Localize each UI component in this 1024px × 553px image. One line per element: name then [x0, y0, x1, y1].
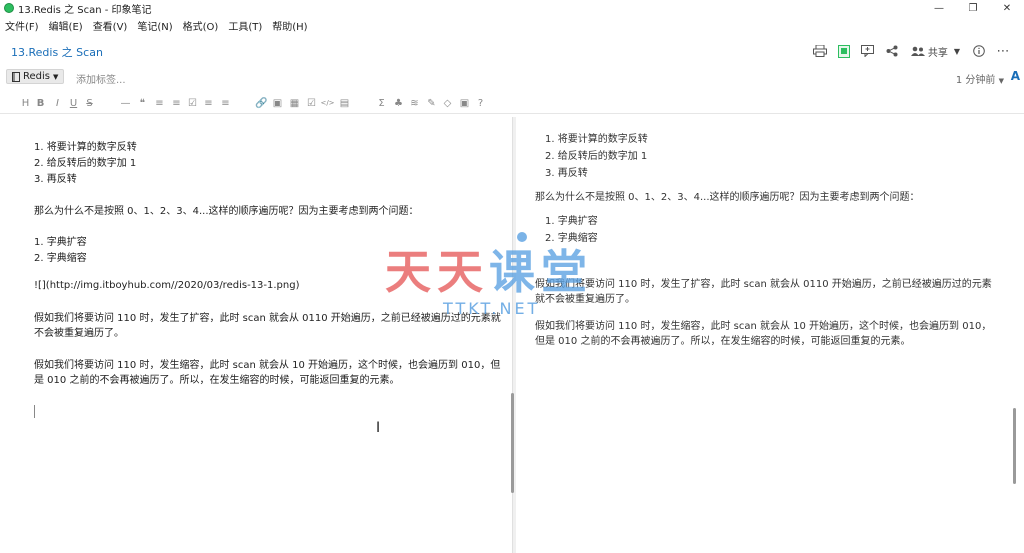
watermark-char: 堂 — [541, 245, 593, 299]
chevron-down-icon: ▼ — [998, 77, 1004, 85]
menu-note[interactable]: 笔记(N) — [132, 16, 177, 33]
template-icon[interactable]: ▣ — [459, 97, 470, 109]
editor-line[interactable]: 那么为什么不是按照 0、1、2、3、4...这样的顺序遍历呢？因为主要考虑到两个… — [34, 202, 419, 217]
bold-icon[interactable]: B — [35, 97, 46, 109]
info-icon[interactable] — [968, 42, 990, 60]
window-controls: — ❐ ✕ — [922, 0, 1024, 16]
window-title: 13.Redis 之 Scan - 印象笔记 — [18, 5, 152, 16]
indent-icon[interactable]: ≡ — [203, 97, 214, 109]
share-icon[interactable] — [881, 42, 903, 60]
draw-icon[interactable]: ✎ — [426, 97, 437, 109]
horizontal-rule-icon[interactable]: — — [120, 97, 131, 109]
menu-file[interactable]: 文件(F) — [0, 16, 44, 33]
note-header: 13.Redis 之 Scan 共享 ▼ ⋯ — [0, 38, 1024, 64]
close-button[interactable]: ✕ — [990, 0, 1024, 16]
table-icon[interactable]: ▦ — [289, 97, 300, 109]
format-toolbar: H B I U S — ❝ ≡ ≡ ☑ ≡ ≡ 🔗 ▣ ▦ ☑ </> ▤ Σ … — [0, 94, 1024, 114]
chart-icon[interactable]: ≋ — [409, 97, 420, 109]
menu-bar: 文件(F) 编辑(E) 查看(V) 笔记(N) 格式(O) 工具(T) 帮助(H… — [0, 16, 1024, 33]
minimize-button[interactable]: — — [922, 0, 956, 16]
notebook-icon — [12, 71, 20, 82]
watermark-char: 天 — [437, 245, 489, 299]
print-icon[interactable] — [809, 42, 831, 60]
font-size-icon[interactable]: A — [1011, 69, 1020, 83]
help-icon[interactable]: ? — [475, 97, 486, 109]
restore-button[interactable]: ❐ — [956, 0, 990, 16]
saved-status[interactable]: 1 分钟前 ▼ — [956, 71, 1004, 86]
share-button[interactable]: 共享 ▼ — [905, 42, 966, 60]
notebook-name: Redis — [23, 71, 50, 82]
underline-icon[interactable]: U — [68, 97, 79, 109]
preview-scrollbar[interactable] — [1013, 408, 1016, 484]
notebook-selector[interactable]: Redis ▼ — [6, 69, 65, 84]
watermark-subtitle: TTKT.NET — [443, 299, 541, 318]
preview-list-item: 1. 字典扩容 — [545, 216, 598, 227]
menu-tools[interactable]: 工具(T) — [223, 16, 267, 33]
add-tag-input[interactable]: 添加标签... — [76, 71, 126, 86]
watermark-text: 天天课堂 — [385, 236, 593, 302]
formula-icon[interactable]: Σ — [376, 97, 387, 109]
preview-list-item: 3. 再反转 — [545, 168, 588, 179]
code-block-icon[interactable]: ▤ — [339, 97, 350, 109]
watermark-char: 课 — [489, 245, 541, 299]
todo-icon[interactable]: ☑ — [306, 97, 317, 109]
preview-paragraph: 那么为什么不是按照 0、1、2、3、4...这样的顺序遍历呢？因为主要考虑到两个… — [535, 192, 920, 203]
preview-list-item: 1. 将要计算的数字反转 — [545, 134, 648, 145]
bullet-list-icon[interactable]: ≡ — [154, 97, 165, 109]
watermark-dot-icon — [517, 232, 527, 242]
shape-icon[interactable]: ◇ — [442, 97, 453, 109]
image-icon[interactable]: ▣ — [272, 97, 283, 109]
editor-line[interactable]: 1. 字典扩容 — [34, 233, 87, 248]
code-inline-icon[interactable]: </> — [320, 97, 334, 109]
preview-list-item: 2. 给反转后的数字加 1 — [545, 151, 648, 162]
checklist-icon[interactable]: ☑ — [187, 97, 198, 109]
heading-icon[interactable]: H — [20, 97, 31, 109]
numbered-list-icon[interactable]: ≡ — [171, 97, 182, 109]
editor-line[interactable]: ![](http://img.itboyhub.com//2020/03/red… — [34, 280, 299, 291]
editor-line[interactable]: 2. 给反转后的数字加 1 — [34, 154, 136, 169]
link-icon[interactable]: 🔗 — [255, 97, 267, 109]
editor-line[interactable]: 3. 再反转 — [34, 170, 77, 185]
menu-view[interactable]: 查看(V) — [88, 16, 133, 33]
work-chat-icon[interactable] — [857, 42, 879, 60]
quote-icon[interactable]: ❝ — [137, 97, 148, 109]
editor-line[interactable]: 1. 将要计算的数字反转 — [34, 138, 137, 153]
diagram-icon[interactable]: ♣ — [393, 97, 404, 109]
more-options-icon[interactable]: ⋯ — [992, 42, 1014, 60]
chevron-down-icon: ▼ — [953, 46, 960, 56]
strikethrough-icon[interactable]: S — [84, 97, 95, 109]
chevron-down-icon: ▼ — [53, 72, 59, 81]
editor-line[interactable]: 假如我们将要访问 110 时，发生缩容，此时 scan 就会从 10 开始遍历，… — [34, 358, 504, 388]
italic-icon[interactable]: I — [52, 97, 63, 109]
share-label: 共享 — [927, 47, 948, 59]
mouse-cursor-icon: I — [376, 420, 381, 436]
present-icon[interactable] — [833, 42, 855, 60]
tag-bar: Redis ▼ 添加标签... 1 分钟前 ▼ A — [0, 67, 1024, 87]
title-bar: 13.Redis 之 Scan - 印象笔记 — ❐ ✕ — [0, 0, 1024, 16]
editor-line[interactable]: 2. 字典缩容 — [34, 249, 87, 264]
text-caret — [34, 405, 35, 418]
menu-format[interactable]: 格式(O) — [178, 16, 224, 33]
menu-edit[interactable]: 编辑(E) — [44, 16, 88, 33]
app-logo-icon — [4, 3, 14, 13]
watermark: 天天课堂 TTKT.NET — [385, 232, 645, 336]
outdent-icon[interactable]: ≡ — [220, 97, 231, 109]
note-actions: 共享 ▼ ⋯ — [807, 42, 1014, 60]
people-icon — [910, 46, 925, 56]
menu-help[interactable]: 帮助(H) — [267, 16, 312, 33]
watermark-char: 天 — [385, 245, 437, 299]
saved-status-label: 1 分钟前 — [955, 75, 996, 86]
note-title[interactable]: 13.Redis 之 Scan — [11, 44, 103, 60]
editor-scrollbar[interactable] — [511, 393, 514, 493]
